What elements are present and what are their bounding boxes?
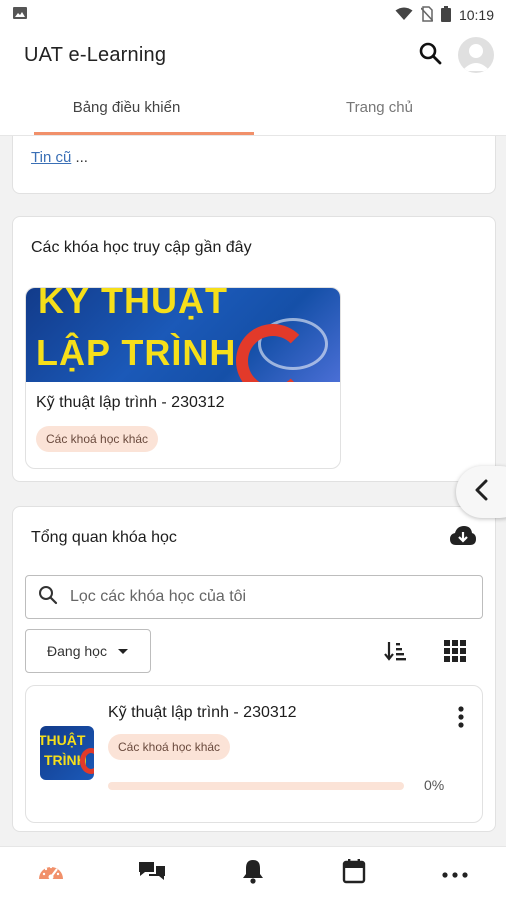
course-list-item[interactable]: THUẬT TRÌNH Kỹ thuật lập trình - 230312 … [25,685,483,823]
nav-notifications[interactable] [223,847,283,900]
news-card: Tin cũ ... [12,136,496,194]
nav-calendar[interactable] [324,847,384,900]
chevron-left-icon [474,479,488,506]
battery-icon [440,5,451,25]
nav-messages[interactable] [122,847,182,900]
notifications-icon [241,858,265,889]
recent-courses-title: Các khóa học truy cập gần đây [31,239,252,256]
older-news-label[interactable]: Tin cũ [31,149,71,166]
course-progress-bar [108,782,404,790]
messages-icon [137,859,167,888]
course-name[interactable]: Kỹ thuật lập trình - 230312 [108,704,297,722]
calendar-icon [342,858,366,889]
dashboard-icon [37,859,65,888]
app-title: UAT e-Learning [24,43,167,66]
course-category-badge: Các khoá học khác [108,734,231,760]
app-screen: 10:19 UAT e-Learning Bảng điều khiển Tra… [0,0,506,900]
course-thumbnail[interactable]: THUẬT TRÌNH [40,726,94,780]
dashboard-content[interactable]: Tin cũ ... Các khóa học truy cập gần đây… [0,136,506,846]
caret-down-icon [117,643,129,659]
tab-label: Bảng điều khiển [72,99,181,116]
status-filter-dropdown[interactable]: Đang học [25,629,151,673]
recent-course-name[interactable]: Kỹ thuật lập trình - 230312 [36,394,225,412]
course-filter-search[interactable] [25,575,483,619]
avatar-icon[interactable] [458,37,494,73]
tab-label: Trang chủ [346,99,413,116]
bottom-navigation [0,846,506,900]
more-vertical-icon[interactable] [458,706,464,733]
nav-dashboard[interactable] [21,847,81,900]
no-sim-icon [420,5,434,25]
older-news-link[interactable]: Tin cũ ... [31,149,88,166]
status-filter-label: Đang học [47,643,107,659]
course-image-text-line1: KỸ THUẬT [38,288,228,321]
tab-bar: Bảng điều khiển Trang chủ [0,80,506,136]
recent-courses-card: Các khóa học truy cập gần đây KỸ THUẬT L… [12,216,496,482]
more-icon [442,865,468,883]
nav-more[interactable] [425,847,485,900]
thumb-text-line1: THUẬT [40,732,86,748]
cloud-download-icon[interactable] [449,525,477,552]
course-image[interactable]: KỸ THUẬT LẬP TRÌNH [26,288,340,382]
status-bar: 10:19 [0,0,506,30]
tab-dashboard[interactable]: Bảng điều khiển [0,80,254,135]
course-category-badge: Các khoá học khác [36,426,159,452]
sort-icon[interactable] [383,639,407,668]
course-progress-label: 0% [424,777,445,793]
course-overview-title: Tổng quan khóa học [31,529,177,546]
course-image-text-line2: LẬP TRÌNH [36,332,237,373]
image-icon [12,5,28,26]
grid-view-icon[interactable] [443,639,467,668]
block-drawer-toggle[interactable] [456,466,506,518]
search-icon [38,585,58,610]
search-icon[interactable] [418,41,442,70]
clock-time: 10:19 [458,7,494,23]
tab-home[interactable]: Trang chủ [253,80,506,135]
recent-course-tile[interactable]: KỸ THUẬT LẬP TRÌNH Kỹ thuật lập trình - … [25,287,341,469]
app-header: UAT e-Learning [0,30,506,80]
wifi-icon [395,7,413,24]
course-overview-card: Tổng quan khóa học Đang học [12,506,496,832]
older-news-ellipsis: ... [75,149,88,166]
thumb-c-logo [80,748,94,774]
course-search-input[interactable] [70,588,450,606]
